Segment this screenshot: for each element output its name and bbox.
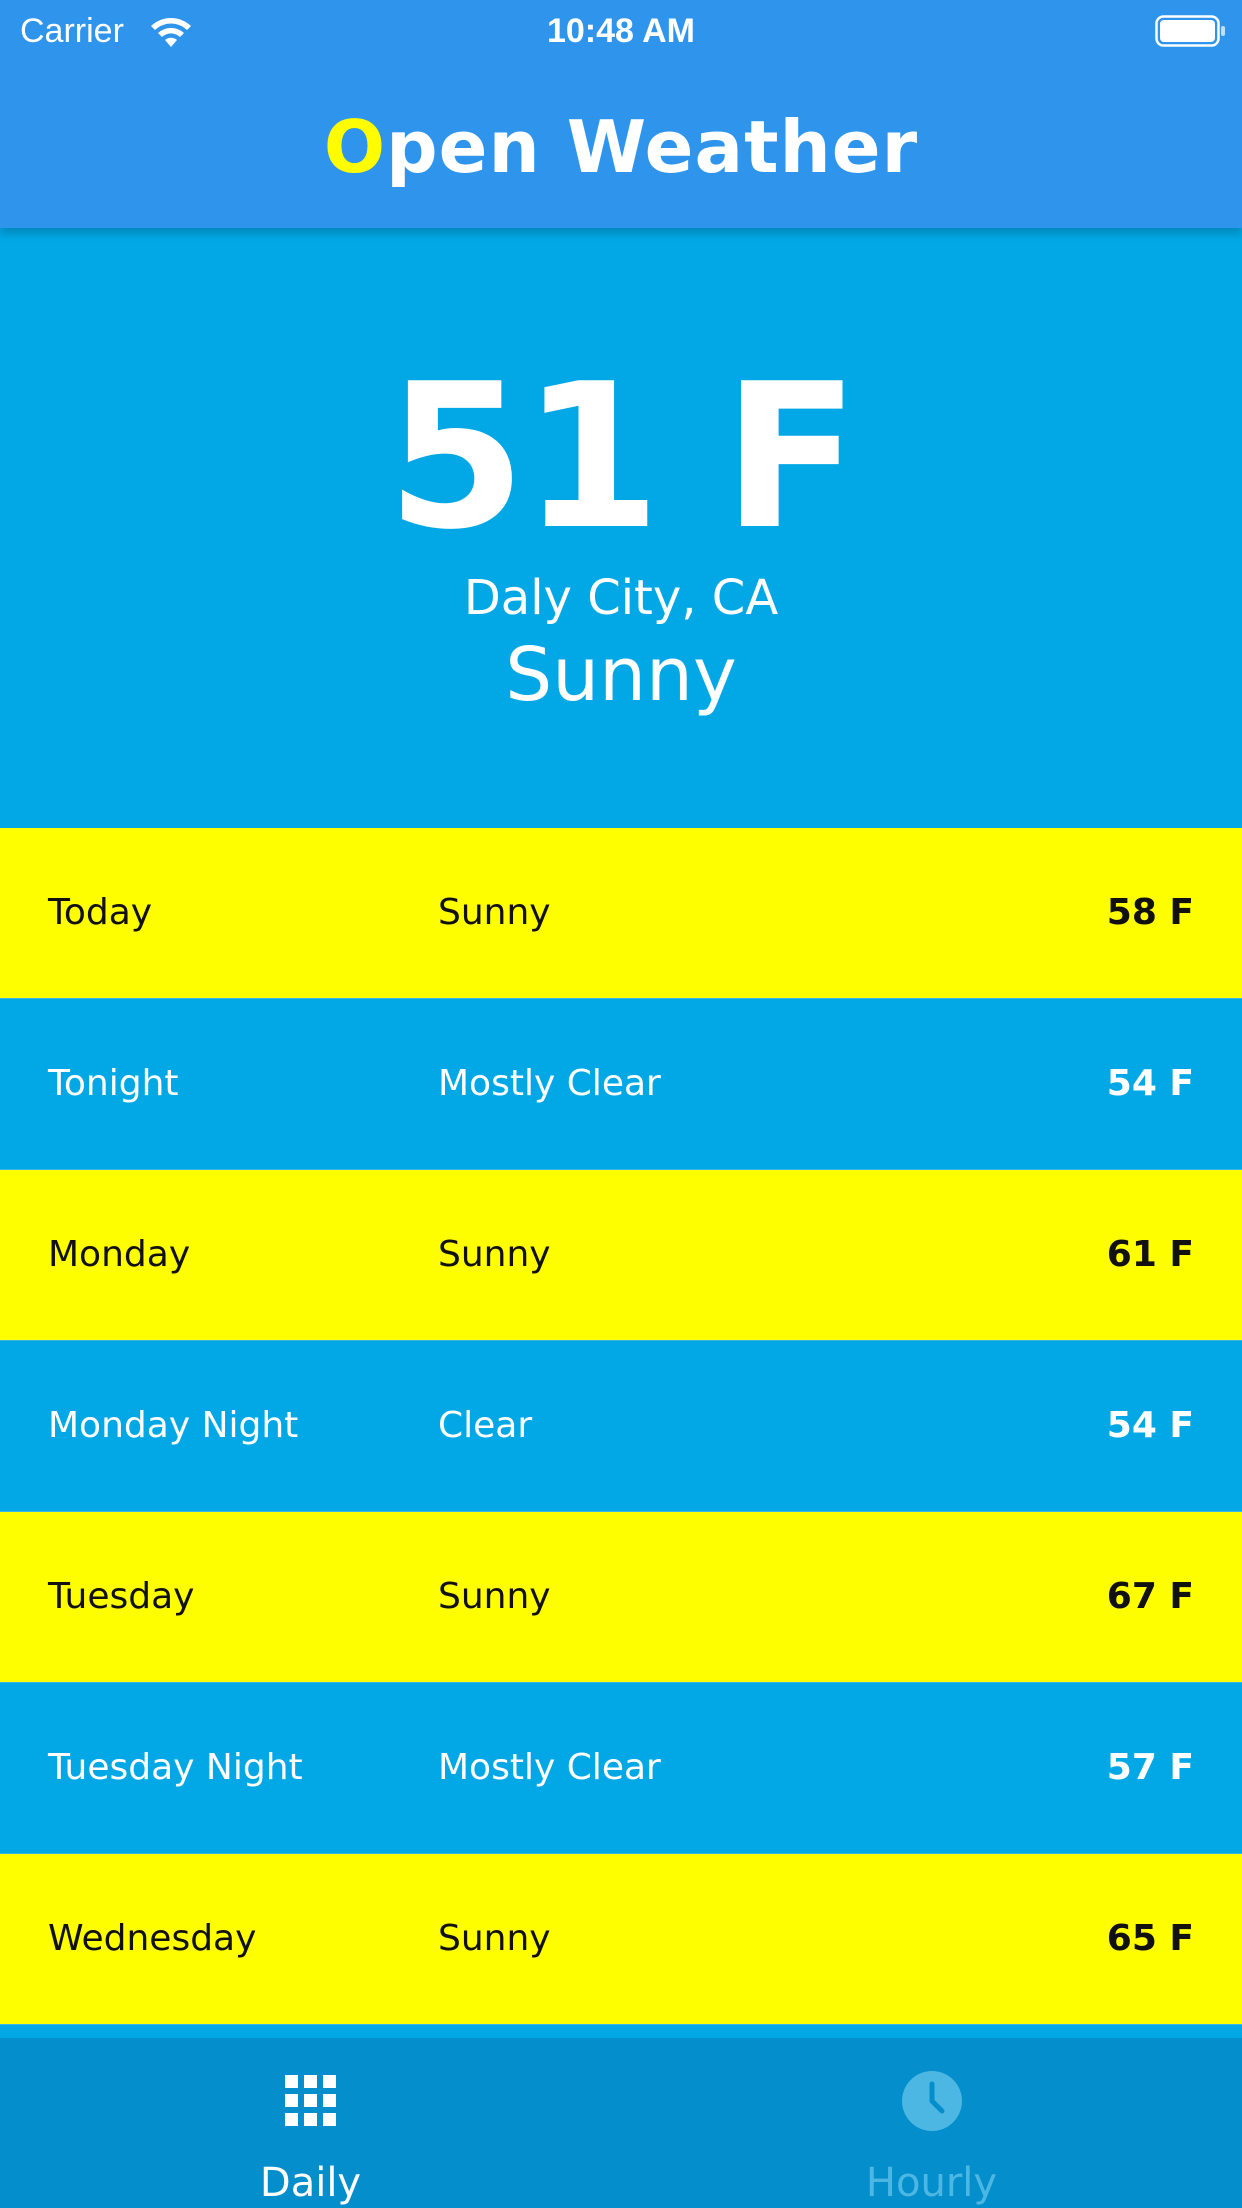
forecast-day: Monday Night	[48, 1405, 299, 1446]
tab-daily[interactable]: Daily	[0, 2038, 621, 2208]
tab-daily-label: Daily	[259, 2160, 362, 2206]
forecast-condition: Sunny	[438, 892, 551, 933]
current-temperature: 51 F	[386, 341, 860, 574]
forecast-temp: 58 F	[1106, 892, 1194, 933]
forecast-day: Tuesday	[48, 1576, 195, 1617]
status-time: 10:48 AM	[546, 12, 696, 50]
forecast-temp: 54 F	[1106, 1405, 1194, 1446]
forecast-condition: Mostly Clear	[438, 1747, 661, 1788]
status-bar: Carrier 10:48 AM	[0, 0, 1242, 62]
app-header: Open Weather	[0, 62, 1242, 228]
forecast-condition: Mostly Clear	[438, 1063, 661, 1104]
forecast-day: Tonight	[48, 1063, 179, 1104]
forecast-condition: Clear	[438, 1405, 533, 1446]
forecast-day: Wednesday	[48, 1918, 257, 1959]
forecast-row[interactable]: Tonight Mostly Clear 54 F	[0, 999, 1242, 1170]
tab-hourly[interactable]: Hourly	[621, 2038, 1242, 2208]
current-condition: Sunny	[505, 632, 737, 718]
forecast-temp: 65 F	[1106, 1918, 1194, 1959]
grid-icon	[285, 2075, 336, 2126]
forecast-temp: 57 F	[1106, 1747, 1194, 1788]
forecast-row[interactable]: Tuesday Night Mostly Clear 57 F	[0, 1683, 1242, 1854]
app-title: Open Weather	[0, 102, 1242, 192]
forecast-row[interactable]: Tuesday Sunny 67 F	[0, 1512, 1242, 1683]
forecast-day: Today	[48, 892, 153, 933]
clock-icon	[902, 2071, 962, 2131]
app-title-first-letter: O	[323, 105, 387, 189]
forecast-row[interactable]: Monday Night Clear 54 F	[0, 1341, 1242, 1512]
forecast-temp: 54 F	[1106, 1063, 1194, 1104]
forecast-day: Monday	[48, 1234, 191, 1275]
forecast-condition: Sunny	[438, 1234, 551, 1275]
forecast-temp: 61 F	[1106, 1234, 1194, 1275]
current-location: Daly City, CA	[463, 570, 779, 626]
forecast-day: Tuesday Night	[48, 1747, 303, 1788]
tab-hourly-label: Hourly	[865, 2160, 998, 2206]
app-title-rest: pen Weather	[386, 105, 919, 189]
forecast-list: Today Sunny 58 F Tonight Mostly Clear 54…	[0, 828, 1242, 2025]
forecast-row[interactable]: Monday Sunny 61 F	[0, 1170, 1242, 1341]
forecast-temp: 67 F	[1106, 1576, 1194, 1617]
tab-bar: Daily Hourly	[0, 2038, 1242, 2208]
forecast-condition: Sunny	[438, 1918, 551, 1959]
forecast-row[interactable]: Wednesday Sunny 65 F	[0, 1854, 1242, 2025]
forecast-row[interactable]: Today Sunny 58 F	[0, 828, 1242, 999]
battery-icon	[1155, 15, 1225, 47]
current-weather-panel: 51 F Daly City, CA Sunny	[0, 228, 1242, 828]
forecast-condition: Sunny	[438, 1576, 551, 1617]
